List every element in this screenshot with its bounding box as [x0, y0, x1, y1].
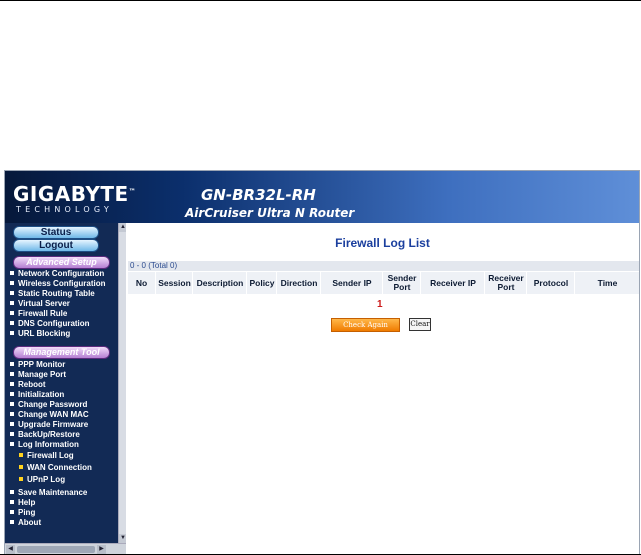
page-title: Firewall Log List	[335, 236, 430, 250]
scroll-right-arrow-icon[interactable]: ▶	[97, 545, 106, 554]
nav-virtual-server[interactable]: Virtual Server	[10, 299, 70, 309]
column-receiver-port: Receiver Port	[484, 272, 527, 294]
logo-subtitle: TECHNOLOGY	[16, 205, 113, 214]
column-direction: Direction	[276, 272, 321, 294]
bullet-icon	[19, 453, 23, 457]
nav-reboot[interactable]: Reboot	[10, 380, 46, 390]
page-number-link[interactable]: 1	[377, 299, 383, 310]
nav-firewall-rule[interactable]: Firewall Rule	[10, 309, 67, 319]
column-sender-ip: Sender IP	[320, 272, 383, 294]
column-no: No	[135, 277, 148, 288]
bullet-icon	[10, 412, 14, 416]
nav-backup-restore[interactable]: BackUp/Restore	[10, 430, 80, 440]
router-name: AirCruiser Ultra N Router	[185, 206, 355, 220]
nav-about[interactable]: About	[10, 518, 41, 528]
nav-upgrade-firmware[interactable]: Upgrade Firmware	[10, 420, 88, 430]
column-time: Time	[574, 272, 639, 294]
nav-save-maintenance[interactable]: Save Maintenance	[10, 488, 87, 498]
bullet-icon	[10, 301, 14, 305]
nav-upnp-log[interactable]: UPnP Log	[19, 475, 65, 485]
check-again-button[interactable]: Check Again	[331, 318, 400, 332]
nav-dns-configuration[interactable]: DNS Configuration	[10, 319, 90, 329]
nav-change-password[interactable]: Change Password	[10, 400, 87, 410]
column-policy: Policy	[246, 272, 277, 294]
model-name: GN-BR32L-RH	[201, 186, 316, 204]
column-protocol: Protocol	[526, 272, 575, 294]
nav-wan-connection[interactable]: WAN Connection	[19, 463, 92, 473]
nav-log-information[interactable]: Log Information	[10, 440, 79, 450]
nav-change-wan-mac[interactable]: Change WAN MAC	[10, 410, 89, 420]
bullet-icon	[19, 477, 23, 481]
bullet-icon	[10, 432, 14, 436]
column-receiver-ip: Receiver IP	[420, 272, 485, 294]
bullet-icon	[10, 382, 14, 386]
bullet-icon	[10, 500, 14, 504]
column-sender-port: Sender Port	[382, 272, 421, 294]
bullet-icon	[10, 392, 14, 396]
nav-wireless-configuration[interactable]: Wireless Configuration	[10, 279, 106, 289]
bullet-icon	[10, 362, 14, 366]
column-description: Description	[192, 272, 247, 294]
bullet-icon	[10, 311, 14, 315]
nav-ppp-monitor[interactable]: PPP Monitor	[10, 360, 65, 370]
clear-button[interactable]: Clear	[409, 318, 431, 331]
log-table-header: No Session Description Policy Direction …	[128, 272, 639, 294]
bullet-icon	[10, 402, 14, 406]
nav-initialization[interactable]: Initialization	[10, 390, 64, 400]
bullet-icon	[10, 510, 14, 514]
router-window: GIGABYTE™ TECHNOLOGY GN-BR32L-RH AirCrui…	[4, 170, 640, 555]
bullet-icon	[10, 520, 14, 524]
nav-url-blocking[interactable]: URL Blocking	[10, 329, 70, 339]
scrollbar-thumb[interactable]	[17, 546, 95, 553]
header-banner: GIGABYTE™ TECHNOLOGY GN-BR32L-RH AirCrui…	[5, 171, 639, 223]
bullet-icon	[10, 331, 14, 335]
status-button[interactable]: Status	[13, 226, 99, 239]
advanced-setup-header[interactable]: Advanced Setup	[13, 256, 110, 269]
bullet-icon	[10, 271, 14, 275]
bullet-icon	[10, 291, 14, 295]
sidebar: Status Logout Advanced Setup Network Con…	[5, 223, 126, 554]
scroll-left-arrow-icon[interactable]: ◀	[6, 545, 15, 554]
gigabyte-logo: GIGABYTE™	[13, 182, 137, 206]
bullet-icon	[19, 465, 23, 469]
bullet-icon	[10, 321, 14, 325]
bullet-icon	[10, 422, 14, 426]
bullet-icon	[10, 442, 14, 446]
nav-manage-port[interactable]: Manage Port	[10, 370, 66, 380]
bullet-icon	[10, 281, 14, 285]
logout-button[interactable]: Logout	[13, 239, 99, 252]
nav-firewall-log[interactable]: Firewall Log	[19, 451, 74, 461]
management-tool-header[interactable]: Management Tool	[13, 346, 110, 359]
main-content: Firewall Log List 0 - 0 (Total 0) No Ses…	[126, 223, 639, 554]
nav-network-configuration[interactable]: Network Configuration	[10, 269, 104, 279]
bullet-icon	[10, 490, 14, 494]
log-summary: 0 - 0 (Total 0)	[128, 261, 639, 271]
nav-static-routing-table[interactable]: Static Routing Table	[10, 289, 95, 299]
column-session: Session	[155, 272, 193, 294]
nav-help[interactable]: Help	[10, 498, 35, 508]
bullet-icon	[10, 372, 14, 376]
nav-ping[interactable]: Ping	[10, 508, 35, 518]
top-rule	[0, 0, 641, 1]
